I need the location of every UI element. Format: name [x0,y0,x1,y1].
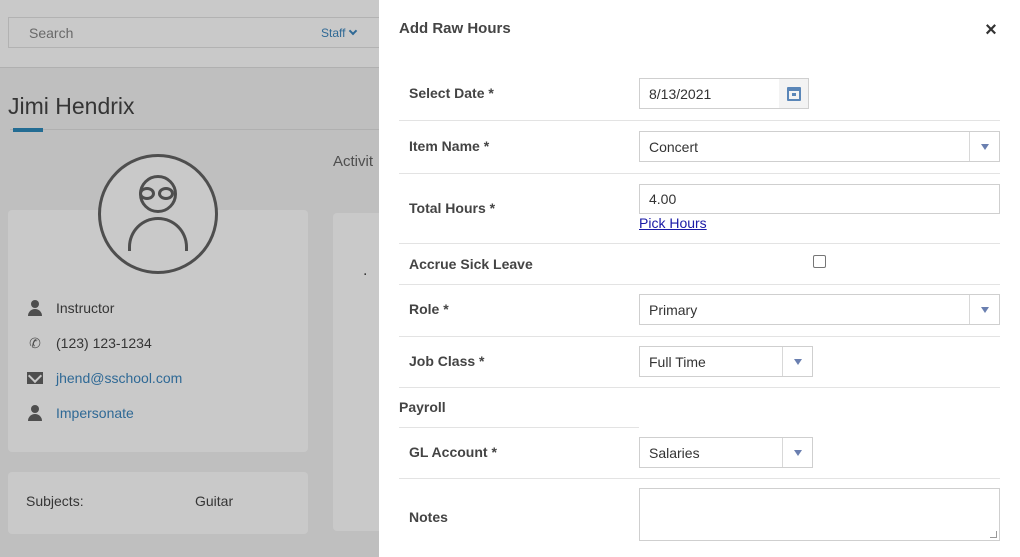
role-select[interactable]: Primary [639,294,1000,325]
item-name-value: Concert [649,138,699,155]
calendar-icon [786,86,801,101]
dropdown-arrow-icon [782,347,812,376]
pick-hours-link[interactable]: Pick Hours [639,215,707,231]
close-icon[interactable]: × [979,18,1003,42]
gl-account-label: GL Account * [409,444,497,460]
job-class-row: Job Class * Full Time [399,337,1000,388]
total-hours-value: 4.00 [649,191,677,207]
select-date-input[interactable]: 8/13/2021 [639,78,780,109]
accrue-sick-leave-checkbox[interactable] [813,255,826,268]
gl-account-select[interactable]: Salaries [639,437,813,468]
notes-label: Notes [409,509,448,525]
notes-textarea[interactable] [639,488,1000,541]
notes-row: Notes [399,479,1000,557]
dropdown-arrow-icon [969,132,999,161]
select-date-row: Select Date * 8/13/2021 [399,68,1000,121]
role-value: Primary [649,301,698,318]
gl-account-value: Salaries [649,444,700,461]
role-label: Role * [409,301,449,317]
gl-account-row: GL Account * Salaries [399,428,1000,479]
select-date-label: Select Date * [409,85,494,101]
job-class-value: Full Time [649,353,706,370]
resize-handle[interactable] [990,531,997,538]
date-picker-button[interactable] [779,78,809,109]
modal-backdrop[interactable] [0,0,379,557]
total-hours-input[interactable]: 4.00 [639,184,1000,214]
add-raw-hours-panel: Add Raw Hours × Select Date * 8/13/2021 … [379,0,1020,557]
panel-title: Add Raw Hours [399,20,511,37]
item-name-row: Item Name * Concert [399,121,1000,174]
total-hours-label: Total Hours * [409,200,496,216]
item-name-label: Item Name * [409,138,490,154]
item-name-select[interactable]: Concert [639,131,1000,162]
total-hours-row: Total Hours * 4.00 Pick Hours [399,174,1000,244]
select-date-value: 8/13/2021 [649,85,712,102]
job-class-label: Job Class * [409,353,485,369]
dropdown-arrow-icon [969,295,999,324]
job-class-select[interactable]: Full Time [639,346,813,377]
dropdown-arrow-icon [782,438,812,467]
role-row: Role * Primary [399,285,1000,337]
accrue-sick-leave-label: Accrue Sick Leave [409,256,533,272]
accrue-sick-leave-row: Accrue Sick Leave [399,244,1000,285]
payroll-section-heading: Payroll [399,399,446,415]
